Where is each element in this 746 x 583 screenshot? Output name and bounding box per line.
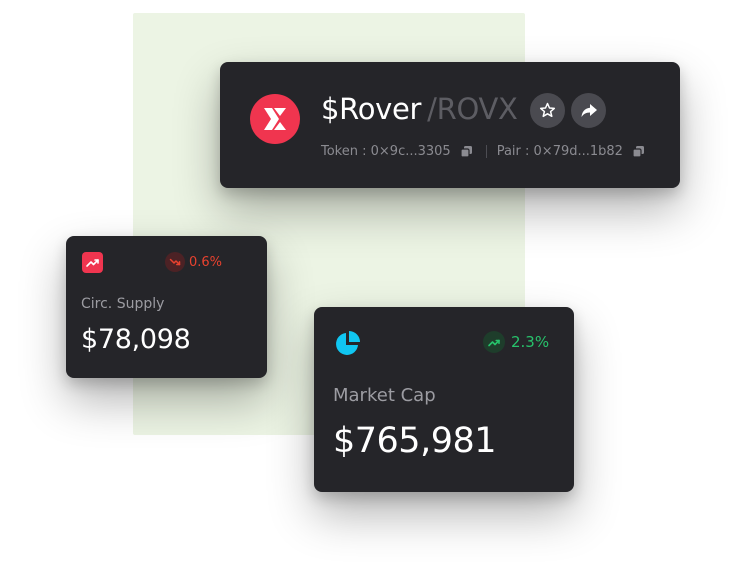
address-row: Token : 0×9c...3305 Pair : 0×79d...1b82: [321, 144, 644, 159]
address-divider: [485, 145, 487, 158]
trend-down-icon: [165, 252, 185, 272]
copy-pair-address-icon[interactable]: [632, 146, 644, 158]
market-change-value: 2.3%: [511, 333, 550, 351]
copy-token-address-icon[interactable]: [460, 146, 472, 158]
market-cap-label: Market Cap: [333, 385, 436, 406]
trend-chart-icon: [82, 252, 103, 273]
market-cap-card: 2.3% Market Cap $765,981: [314, 307, 574, 492]
circ-supply-card: 0.6% Circ. Supply $78,098: [66, 236, 267, 378]
supply-change-value: 0.6%: [189, 254, 223, 270]
trend-up-icon: [483, 331, 505, 353]
token-address: Token : 0×9c...3305: [321, 144, 451, 159]
share-button[interactable]: [571, 93, 606, 128]
pie-chart-icon: [336, 331, 360, 355]
token-name: $Rover: [321, 92, 422, 126]
supply-change-badge: 0.6%: [165, 252, 222, 272]
token-symbol: /ROVX: [427, 92, 518, 126]
x-logo-icon: [250, 94, 300, 144]
pair-address: Pair : 0×79d...1b82: [496, 144, 623, 159]
token-card: $Rover/ROVX Token : 0×9c...3305 Pair : 0…: [220, 62, 680, 188]
token-title: $Rover/ROVX: [321, 92, 518, 126]
market-change-badge: 2.3%: [483, 331, 549, 353]
supply-label: Circ. Supply: [81, 296, 165, 312]
market-cap-value: $765,981: [333, 421, 497, 461]
supply-value: $78,098: [81, 324, 191, 355]
favorite-button[interactable]: [530, 93, 565, 128]
star-icon: [539, 102, 556, 118]
share-arrow-icon: [581, 104, 597, 117]
